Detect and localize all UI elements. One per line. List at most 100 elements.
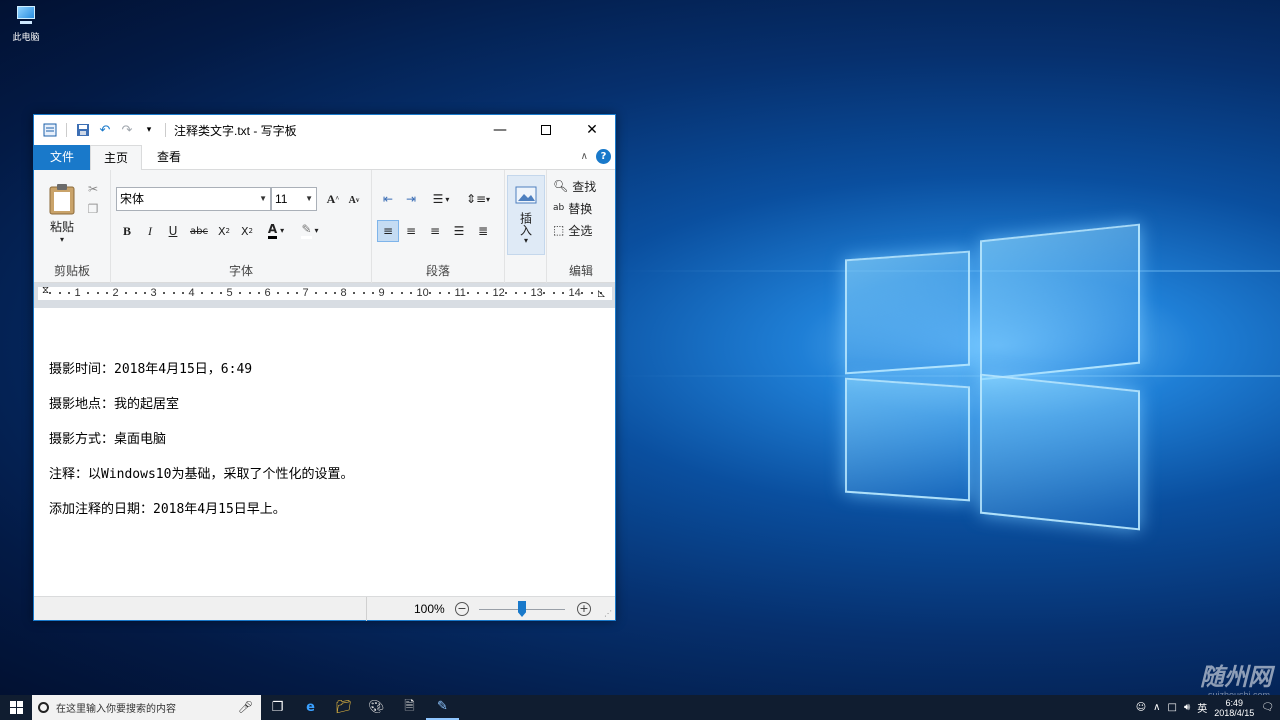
ruler-tick xyxy=(125,292,127,294)
tab-home[interactable]: 主页 xyxy=(90,145,142,171)
quick-access-toolbar: ↶ ↷ ▾ xyxy=(34,122,168,138)
ruler-number: 5 xyxy=(226,287,233,299)
ruler-tick xyxy=(106,292,108,294)
font-size-select[interactable]: 11 ▼ xyxy=(271,187,317,211)
people-icon[interactable]: ☺ xyxy=(1136,702,1146,713)
cut-icon[interactable]: ✂ xyxy=(84,180,102,198)
ruler-tick xyxy=(286,292,289,294)
collapse-ribbon-icon[interactable]: ∧ xyxy=(581,151,588,162)
input-method-indicator[interactable]: 英 xyxy=(1197,700,1207,715)
task-view-icon[interactable]: ❐ xyxy=(261,695,294,720)
ruler-number: 7 xyxy=(302,287,309,299)
ruler-tick xyxy=(182,292,184,294)
ruler-tick xyxy=(562,292,564,294)
select-all-button[interactable]: ⬚ 全选 xyxy=(553,220,609,240)
customize-chevron-icon[interactable]: ▾ xyxy=(141,122,157,138)
align-left-icon[interactable]: ≡ xyxy=(377,220,399,242)
separator xyxy=(165,123,166,137)
paste-label: 粘贴 xyxy=(49,219,74,234)
document-line: 添加注释的日期：2018年4月15日早上。 xyxy=(49,502,286,517)
ruler-number: 10 xyxy=(416,287,429,299)
subscript-icon[interactable]: X2 xyxy=(214,220,234,242)
ruler-tick xyxy=(543,292,545,294)
undo-icon[interactable]: ↶ xyxy=(97,122,113,138)
paste-button[interactable]: 粘贴 ▾ xyxy=(42,178,82,248)
ruler-number: 1 xyxy=(74,287,81,299)
chevron-down-icon: ▾ xyxy=(280,225,285,235)
ruler-tick xyxy=(353,292,355,294)
wordpad-window: ↶ ↷ ▾ 注释类文字.txt - 写字板 — ✕ 文件 主页 查看 ∧ ? 粘… xyxy=(33,114,616,621)
ruler[interactable]: 1 2 3 4 5 6 7 8 9 10 11 12 13 14 ⧖ ◺ xyxy=(34,283,615,308)
font-family-select[interactable]: 宋体 ▼ xyxy=(116,187,271,211)
replace-button[interactable]: ab 替换 xyxy=(553,198,609,218)
ruler-number: 2 xyxy=(112,287,119,299)
file-explorer-icon[interactable]: 📁︎ xyxy=(327,695,360,720)
ruler-tick xyxy=(172,292,175,294)
volume-icon[interactable]: 🔊︎ xyxy=(1184,702,1190,713)
paragraph-settings-icon[interactable]: ≣ xyxy=(472,220,494,242)
copy-icon[interactable]: ❐ xyxy=(84,200,102,218)
desktop-icon-label: 此电脑 xyxy=(12,33,40,43)
notifications-icon[interactable]: 🗨︎ xyxy=(1261,702,1274,713)
windows-icon xyxy=(9,701,23,714)
justify-icon[interactable]: ☰ xyxy=(448,220,470,242)
help-icon[interactable]: ? xyxy=(596,149,611,164)
show-hidden-icons-icon[interactable]: ∧ xyxy=(1153,702,1160,713)
computer-icon xyxy=(14,6,38,26)
zoom-in-button[interactable]: + xyxy=(577,602,591,616)
select-all-label: 全选 xyxy=(568,223,593,238)
wordpad-app-icon[interactable] xyxy=(42,122,58,138)
start-button[interactable] xyxy=(0,695,32,720)
insert-button[interactable]: 插入 ▾ xyxy=(507,175,545,255)
save-icon[interactable] xyxy=(75,122,91,138)
taskbar-search-box[interactable]: 在这里输入你要搜索的内容 🎤︎ xyxy=(32,695,261,720)
resize-grip-icon[interactable]: ⋰ xyxy=(604,609,612,618)
ruler-tick xyxy=(524,292,526,294)
italic-icon[interactable]: I xyxy=(140,220,160,242)
notepad-icon[interactable]: 🗎︎ xyxy=(393,695,426,720)
title-bar[interactable]: ↶ ↷ ▾ 注释类文字.txt - 写字板 — ✕ xyxy=(34,115,615,145)
edge-browser-icon[interactable]: e xyxy=(294,695,327,720)
clock-time: 6:49 xyxy=(1225,697,1244,708)
tab-view[interactable]: 查看 xyxy=(142,145,196,170)
tab-file[interactable]: 文件 xyxy=(34,145,90,170)
highlight-color-button[interactable]: ✎ ▾ xyxy=(294,218,326,242)
superscript-icon[interactable]: X2 xyxy=(237,220,257,242)
shrink-font-icon[interactable]: Av xyxy=(345,189,363,211)
font-family-value: 宋体 xyxy=(120,192,145,206)
find-button[interactable]: 🔍︎ 查找 xyxy=(553,176,609,196)
close-button[interactable]: ✕ xyxy=(569,115,615,145)
ruler-number: 8 xyxy=(340,287,347,299)
decrease-indent-icon[interactable]: ⇤ xyxy=(377,188,399,210)
picture-icon xyxy=(515,186,537,203)
zoom-out-button[interactable]: − xyxy=(455,602,469,616)
bullets-button[interactable]: ☰ ▾ xyxy=(425,188,457,210)
clock[interactable]: 6:49 2018/4/15 xyxy=(1214,698,1254,718)
strikethrough-icon[interactable]: abc xyxy=(187,220,211,242)
align-center-icon[interactable]: ≡ xyxy=(400,220,422,242)
wordpad-taskbar-icon[interactable]: ✎ xyxy=(426,695,459,720)
ruler-tick xyxy=(220,292,222,294)
chevron-down-icon: ▾ xyxy=(445,194,450,204)
network-icon[interactable]: □ xyxy=(1167,702,1176,713)
redo-icon[interactable]: ↷ xyxy=(119,122,135,138)
minimize-button[interactable]: — xyxy=(477,115,523,145)
text-color-button[interactable]: A ▾ xyxy=(261,218,291,242)
this-pc-desktop-icon[interactable]: 此电脑 xyxy=(6,6,46,43)
underline-icon[interactable]: U xyxy=(163,220,183,242)
replace-icon: ab xyxy=(553,203,565,213)
ruler-tick xyxy=(581,292,583,294)
grow-font-icon[interactable]: A ^ xyxy=(323,187,343,211)
zoom-slider-thumb[interactable] xyxy=(518,601,526,617)
line-spacing-button[interactable]: ⇕≡ ▾ xyxy=(462,188,494,210)
first-line-indent-marker[interactable]: ⧖ xyxy=(42,285,49,296)
increase-indent-icon[interactable]: ⇥ xyxy=(400,188,422,210)
right-indent-marker[interactable]: ◺ xyxy=(598,289,605,299)
paint-icon[interactable]: 🎨︎ xyxy=(360,695,393,720)
align-right-icon[interactable]: ≡ xyxy=(424,220,446,242)
line-spacing-icon: ⇕≡ xyxy=(465,192,487,206)
document-area[interactable]: 摄影时间：2018年4月15日，6:49 摄影地点：我的起居室 摄影方式：桌面电… xyxy=(34,308,615,596)
maximize-button[interactable] xyxy=(523,115,569,145)
bold-icon[interactable]: B xyxy=(117,220,137,242)
microphone-icon[interactable]: 🎤︎ xyxy=(238,700,253,714)
